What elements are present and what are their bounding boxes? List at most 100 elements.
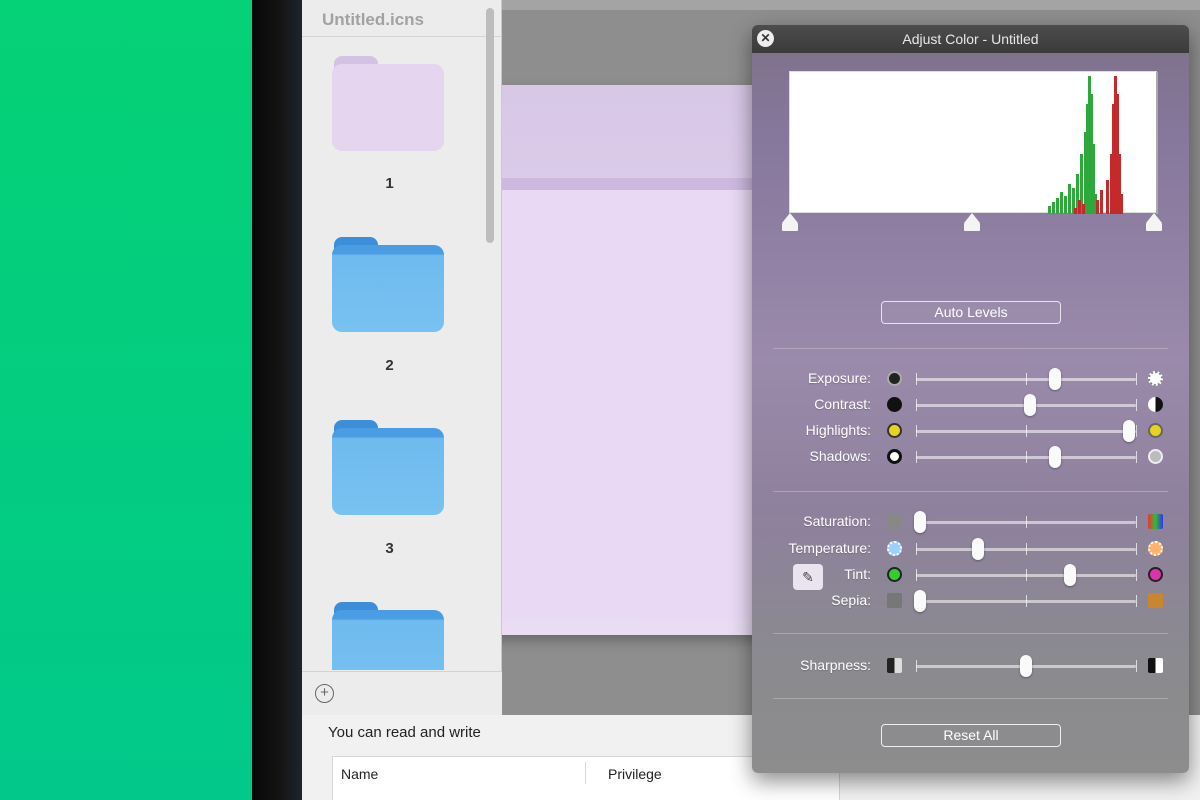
highlights-low-icon[interactable]: [887, 423, 902, 438]
device-bezel: [252, 0, 302, 800]
slider-tick: [916, 373, 917, 385]
slider-row-sepia: Sepia:: [752, 590, 1189, 612]
sharpness-high-icon[interactable]: [1148, 658, 1163, 673]
slider-thumb[interactable]: [1020, 655, 1032, 677]
slider-thumb[interactable]: [914, 511, 927, 533]
histogram: [789, 71, 1158, 214]
histogram-graph: [1048, 72, 1158, 214]
slider-row-temperature: Temperature:: [752, 538, 1189, 560]
slider-track[interactable]: [916, 451, 1137, 463]
icon-slot-4[interactable]: [332, 602, 447, 670]
slider-label: Exposure:: [807, 370, 871, 386]
slider-tick: [1136, 595, 1137, 607]
shadows-high-icon[interactable]: [1148, 449, 1163, 464]
sepia-low-icon[interactable]: [887, 593, 902, 608]
permission-summary: You can read and write: [328, 724, 481, 741]
exposure-high-icon[interactable]: [1148, 371, 1163, 386]
pink-folder-icon: [332, 56, 447, 151]
slider-label: Contrast:: [814, 396, 871, 412]
sharpness-low-icon[interactable]: [887, 658, 902, 673]
slider-track[interactable]: [916, 543, 1137, 555]
saturation-high-icon[interactable]: [1148, 514, 1163, 529]
slider-tick: [1136, 425, 1137, 437]
slot-number: 1: [385, 175, 394, 192]
icon-sidebar: Untitled.icns 1 2 3 +: [302, 0, 502, 715]
slider-tick: [916, 569, 917, 581]
slider-label: Sepia:: [831, 592, 871, 608]
blue-folder-icon: [332, 420, 447, 515]
shadows-low-icon[interactable]: [887, 449, 902, 464]
slider-tick: [1026, 516, 1027, 528]
tint-green-icon[interactable]: [887, 567, 902, 582]
slider-track[interactable]: [916, 516, 1137, 528]
adjust-color-panel: ✕ Adjust Color - Untitled Auto Levels Ex…: [752, 25, 1189, 773]
slider-row-contrast: Contrast:: [752, 394, 1189, 416]
slider-thumb[interactable]: [1024, 394, 1037, 416]
auto-levels-button[interactable]: Auto Levels: [881, 301, 1061, 324]
slider-label: Temperature:: [788, 540, 871, 556]
panel-titlebar[interactable]: ✕ Adjust Color - Untitled: [752, 25, 1189, 53]
tint-magenta-icon[interactable]: [1148, 567, 1163, 582]
slider-tick: [1026, 543, 1027, 555]
icon-slot-1[interactable]: [332, 56, 447, 151]
slider-thumb[interactable]: [1048, 368, 1061, 390]
slider-tick: [916, 451, 917, 463]
sidebar-footer: +: [302, 671, 502, 715]
icon-slot-3[interactable]: [332, 420, 447, 515]
slider-track[interactable]: [916, 373, 1137, 385]
slider-row-exposure: Exposure:: [752, 368, 1189, 390]
slider-track[interactable]: [916, 595, 1137, 607]
slider-label: Tint:: [844, 566, 871, 582]
temperature-cool-icon[interactable]: [887, 541, 902, 556]
document-title: Untitled.icns: [322, 10, 425, 29]
slider-label: Shadows:: [809, 448, 871, 464]
slider-row-shadows: Shadows:: [752, 446, 1189, 468]
column-divider: [585, 762, 586, 784]
icon-slot-2[interactable]: [332, 237, 447, 332]
slider-row-highlights: Highlights:: [752, 420, 1189, 442]
plus-circle-icon[interactable]: +: [315, 684, 334, 703]
blue-folder-icon: [332, 602, 447, 670]
section-divider: [773, 491, 1168, 492]
slider-tick: [1136, 516, 1137, 528]
background-green: [0, 0, 252, 800]
temperature-warm-icon[interactable]: [1148, 541, 1163, 556]
slider-tick: [1026, 595, 1027, 607]
slider-tick: [1026, 425, 1027, 437]
midpoint-marker[interactable]: [964, 213, 980, 231]
slider-tick: [916, 425, 917, 437]
slider-label: Highlights:: [805, 422, 871, 438]
column-header-privilege[interactable]: Privilege: [608, 766, 662, 782]
exposure-low-icon[interactable]: [887, 371, 902, 386]
slider-tick: [1136, 543, 1137, 555]
slider-track[interactable]: [916, 569, 1137, 581]
slider-tick: [1136, 399, 1137, 411]
eyedropper-icon[interactable]: ✎: [793, 564, 823, 590]
reset-all-button[interactable]: Reset All: [881, 724, 1061, 747]
slider-tick: [1136, 451, 1137, 463]
black-point-marker[interactable]: [782, 213, 798, 231]
slider-thumb[interactable]: [914, 590, 927, 612]
saturation-low-icon[interactable]: [887, 514, 902, 529]
slider-tick: [916, 543, 917, 555]
blue-folder-icon: [332, 237, 447, 332]
white-point-marker[interactable]: [1146, 213, 1162, 231]
slider-thumb[interactable]: [971, 538, 984, 560]
slider-thumb[interactable]: [1064, 564, 1076, 586]
sidebar-scrollbar[interactable]: [486, 8, 494, 243]
slider-thumb[interactable]: [1048, 446, 1061, 468]
contrast-high-icon[interactable]: [1148, 397, 1163, 412]
sepia-high-icon[interactable]: [1148, 593, 1163, 608]
section-divider: [773, 348, 1168, 349]
contrast-low-icon[interactable]: [887, 397, 902, 412]
slot-number: 2: [385, 357, 394, 374]
highlights-high-icon[interactable]: [1148, 423, 1163, 438]
slider-tick: [1026, 569, 1027, 581]
slider-track[interactable]: [916, 425, 1137, 437]
slider-thumb[interactable]: [1123, 420, 1136, 442]
column-header-name[interactable]: Name: [341, 766, 378, 782]
slider-tick: [1026, 373, 1027, 385]
slot-number: 3: [385, 540, 394, 557]
slider-tick: [1136, 373, 1137, 385]
slider-row-saturation: Saturation:: [752, 511, 1189, 533]
